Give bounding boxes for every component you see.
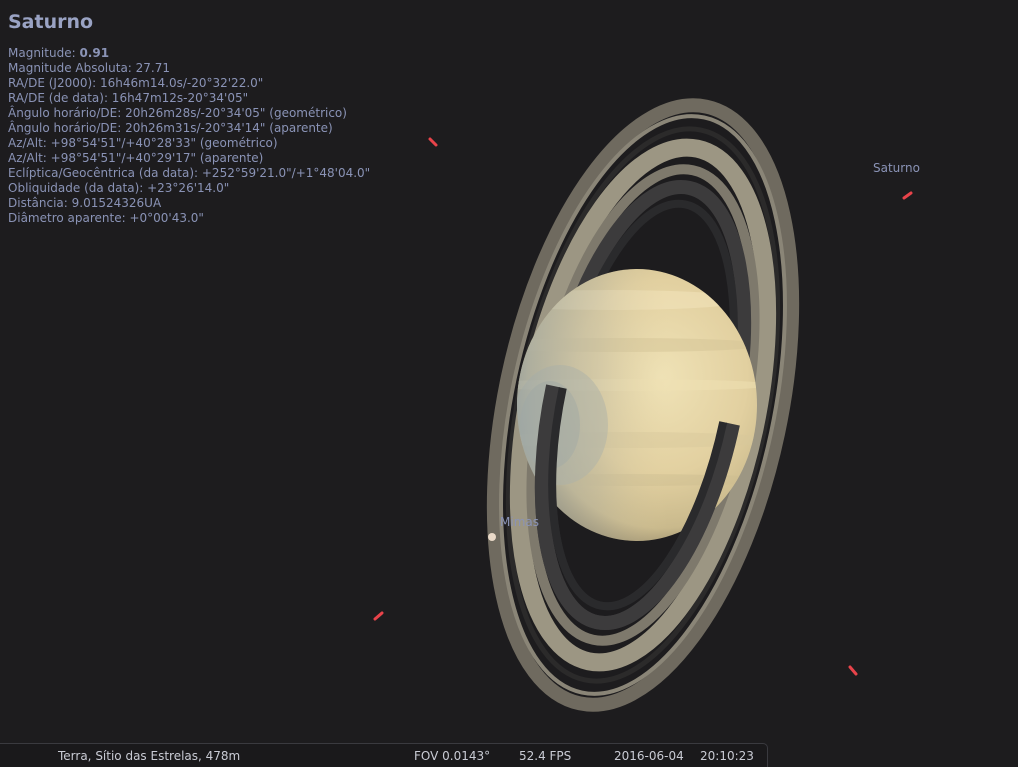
info-magnitude: Magnitude: 0.91 — [8, 46, 110, 60]
mimas-moon[interactable] — [488, 533, 496, 541]
time-readout[interactable]: 20:10:23 — [700, 749, 754, 763]
saturn-marker[interactable] — [902, 191, 913, 200]
sky-marker — [848, 665, 858, 676]
object-name: Saturno — [8, 11, 94, 33]
info-line: RA/DE (J2000): 16h46m14.0s/-20°32'22.0" — [8, 76, 264, 90]
saturn-sky-label[interactable]: Saturno — [873, 161, 920, 175]
info-line: Az/Alt: +98°54'51"/+40°29'17" (aparente) — [8, 151, 264, 165]
fov-readout: FOV 0.0143° — [414, 749, 491, 763]
sky-marker — [428, 137, 438, 147]
info-line: Obliquidade (da data): +23°26'14.0" — [8, 181, 230, 195]
sky-marker — [373, 611, 384, 621]
info-line: RA/DE (de data): 16h47m12s-20°34'05" — [8, 91, 249, 105]
fps-readout: 52.4 FPS — [519, 749, 572, 763]
info-line: Distância: 9.01524326UA — [8, 196, 162, 210]
object-info-panel: Saturno Magnitude: 0.91 Magnitude Absolu… — [8, 10, 370, 226]
info-line: Eclíptica/Geocêntrica (da data): +252°59… — [8, 166, 371, 180]
info-line: Ângulo horário/DE: 20h26m31s/-20°34'14" … — [8, 121, 333, 135]
location-readout[interactable]: Terra, Sítio das Estrelas, 478m — [58, 749, 240, 763]
mimas-label[interactable]: Mimas — [500, 515, 539, 529]
info-line: Ângulo horário/DE: 20h26m28s/-20°34'05" … — [8, 106, 347, 120]
info-line: Diâmetro aparente: +0°00'43.0" — [8, 211, 204, 225]
status-bar[interactable]: Terra, Sítio das Estrelas, 478m FOV 0.01… — [0, 743, 768, 767]
date-readout[interactable]: 2016-06-04 — [614, 749, 684, 763]
info-line: Az/Alt: +98°54'51"/+40°28'33" (geométric… — [8, 136, 278, 150]
info-line: Magnitude Absoluta: 27.71 — [8, 61, 171, 75]
sky-view[interactable]: Saturno Magnitude: 0.91 Magnitude Absolu… — [0, 0, 1018, 767]
